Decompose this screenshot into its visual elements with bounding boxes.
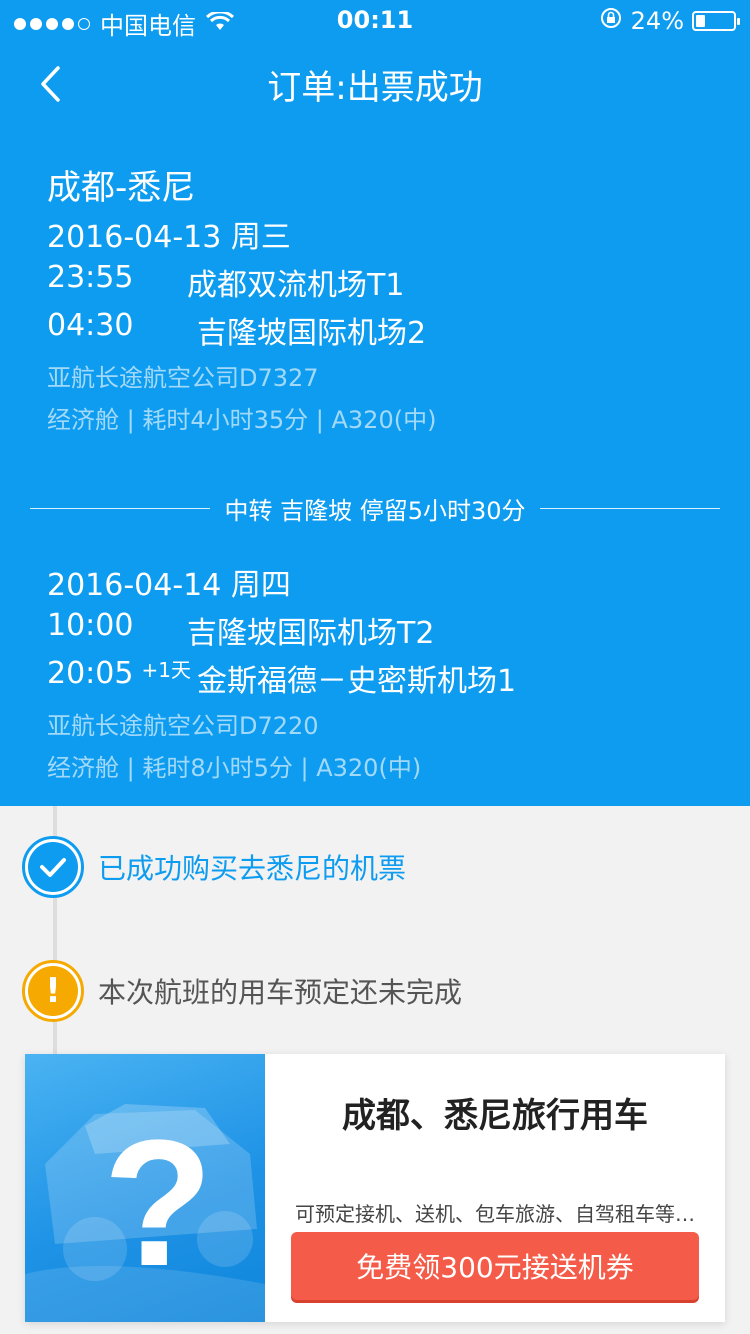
- battery-percent: 24%: [630, 7, 684, 35]
- transfer-divider: 中转 吉隆坡 停留5小时30分: [30, 492, 721, 525]
- segment2-departure: 10:00 吉隆坡国际机场T2: [47, 608, 434, 652]
- segment1-date: 2016-04-13 周三: [47, 220, 291, 255]
- segment2-date: 2016-04-14 周四: [47, 568, 291, 603]
- status-car-pending: ! 本次航班的用车预定还未完成: [22, 960, 462, 1022]
- status-indicator: [22, 836, 84, 898]
- arrival-airport: 吉隆坡国际机场2: [197, 316, 427, 351]
- route-title: 成都-悉尼: [47, 168, 196, 208]
- check-icon: [28, 842, 78, 892]
- segment2-details: 经济舱 | 耗时8小时5分 | A320(中): [47, 754, 422, 782]
- status-label: 本次航班的用车预定还未完成: [98, 976, 463, 1009]
- battery-icon: [692, 11, 740, 31]
- arrival-time: 04:30: [47, 308, 134, 343]
- segment1-arrival: 04:30 吉隆坡国际机场2: [47, 308, 426, 352]
- next-day-badge: +1天: [141, 658, 191, 682]
- segment1-airline: 亚航长途航空公司D7327: [47, 364, 319, 392]
- question-mark-icon: ?: [103, 1103, 213, 1304]
- battery-level: [696, 15, 705, 27]
- segment1-details: 经济舱 | 耗时4小时35分 | A320(中): [47, 406, 437, 434]
- flight-header: 中国电信 00:11 24% 订单:出票成功 成都-悉尼 2016-04-13 …: [0, 0, 750, 806]
- segment2-airline: 亚航长途航空公司D7220: [47, 712, 319, 740]
- arrival-time-group: 20:05 +1天: [47, 656, 197, 700]
- page-title: 订单:出票成功: [267, 68, 483, 108]
- rotation-lock-icon: [599, 6, 623, 36]
- status-indicator: !: [22, 960, 84, 1022]
- departure-time: 10:00: [47, 608, 134, 643]
- divider-line: [30, 507, 211, 509]
- departure-airport: 吉隆坡国际机场T2: [187, 616, 435, 651]
- status-label: 已成功购买去悉尼的机票: [98, 852, 407, 885]
- status-ticket-purchased: 已成功购买去悉尼的机票: [22, 836, 406, 898]
- card-description: 可预定接机、送机、包车旅游、自驾租车等…: [295, 1202, 695, 1226]
- segment1-departure: 23:55 成都双流机场T1: [47, 260, 404, 304]
- arrival-time: 20:05: [47, 656, 134, 691]
- card-title: 成都、悉尼旅行用车: [342, 1096, 648, 1136]
- transfer-text: 中转 吉隆坡 停留5小时30分: [224, 496, 526, 525]
- segment2-arrival: 20:05 +1天 金斯福德－史密斯机场1: [47, 656, 516, 700]
- departure-airport: 成都双流机场T1: [187, 268, 405, 303]
- arrival-airport: 金斯福德－史密斯机场1: [197, 664, 517, 699]
- coupon-button[interactable]: 免费领300元接送机券: [291, 1232, 699, 1300]
- warning-icon: !: [28, 966, 78, 1016]
- divider-line: [539, 507, 721, 509]
- departure-time: 23:55: [47, 260, 134, 295]
- car-rental-card[interactable]: ? 成都、悉尼旅行用车 可预定接机、送机、包车旅游、自驾租车等… 免费领300元…: [25, 1054, 725, 1322]
- status-right: 24%: [599, 6, 740, 36]
- status-bar: 中国电信 00:11 24%: [0, 0, 750, 40]
- nav-bar: 订单:出票成功: [0, 44, 750, 124]
- car-image: ?: [25, 1054, 265, 1322]
